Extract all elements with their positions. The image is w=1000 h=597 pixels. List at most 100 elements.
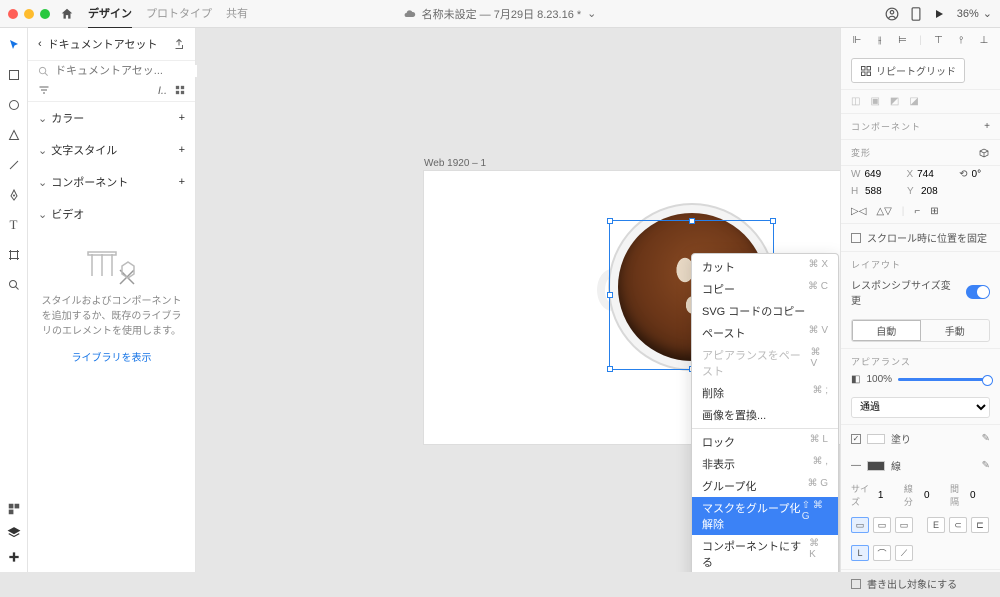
minimize-window-icon[interactable] <box>24 9 34 19</box>
ctx-copy[interactable]: コピー⌘ C <box>692 278 838 300</box>
align-bottom-icon[interactable]: ⊥ <box>978 34 990 46</box>
line-tool-icon[interactable] <box>7 158 21 172</box>
export-checkbox[interactable] <box>851 579 861 589</box>
boolean-subtract-icon[interactable]: ▣ <box>870 96 879 107</box>
repeat-grid-button[interactable]: リピートグリッド <box>851 58 965 83</box>
zoom-tool-icon[interactable] <box>7 278 21 292</box>
resize-mode-segment[interactable]: 自動 手動 <box>851 319 990 342</box>
width-input[interactable] <box>864 169 902 180</box>
ctx-ungroup-mask[interactable]: マスクをグループ化解除⇧ ⌘ G <box>692 497 838 535</box>
stroke-gap-input[interactable] <box>970 490 990 501</box>
flip-v-icon[interactable]: △▽ <box>876 206 891 217</box>
share-icon[interactable] <box>173 38 185 50</box>
section-text-styles[interactable]: ⌄文字スタイル+ <box>28 134 195 166</box>
opacity-slider[interactable] <box>898 378 990 381</box>
ctx-svg-copy[interactable]: SVG コードのコピー <box>692 300 838 322</box>
assets-icon[interactable] <box>7 502 21 516</box>
resize-handle[interactable] <box>607 292 613 298</box>
responsive-toggle[interactable] <box>966 285 990 299</box>
section-components[interactable]: ⌄コンポーネント+ <box>28 166 195 198</box>
polygon-tool-icon[interactable] <box>7 128 21 142</box>
align-top-icon[interactable]: ⊤ <box>932 34 944 46</box>
stroke-center-icon[interactable]: ▭ <box>873 517 891 533</box>
join-bevel-icon[interactable]: ⟋ <box>895 545 913 561</box>
ctx-make-component[interactable]: コンポーネントにする⌘ K <box>692 535 838 572</box>
ctx-hide[interactable]: 非表示⌘ , <box>692 453 838 475</box>
add-component-icon[interactable]: + <box>984 121 990 132</box>
align-right-icon[interactable]: ⊨ <box>896 34 908 46</box>
ctx-delete[interactable]: 削除⌘ ; <box>692 382 838 404</box>
stroke-outer-icon[interactable]: ▭ <box>895 517 913 533</box>
ctx-lock[interactable]: ロック⌘ L <box>692 431 838 453</box>
show-library-link[interactable]: ライブラリを表示 <box>72 351 152 366</box>
boolean-exclude-icon[interactable]: ◪ <box>909 96 918 107</box>
align-left-icon[interactable]: ⊩ <box>851 34 863 46</box>
join-round-icon[interactable]: ⌒ <box>873 545 891 561</box>
close-window-icon[interactable] <box>8 9 18 19</box>
stroke-swatch[interactable] <box>867 461 885 471</box>
select-tool-icon[interactable] <box>7 38 21 52</box>
section-colors[interactable]: ⌄カラー+ <box>28 102 195 134</box>
fill-swatch[interactable] <box>867 434 885 444</box>
align-center-h-icon[interactable]: ⫲ <box>874 34 886 46</box>
resize-handle[interactable] <box>607 218 613 224</box>
zoom-control[interactable]: 36%⌄ <box>957 7 992 20</box>
rotation-input[interactable] <box>972 169 998 180</box>
stroke-toggle-icon[interactable]: — <box>851 460 861 471</box>
resize-handle[interactable] <box>770 218 776 224</box>
device-preview-icon[interactable] <box>911 7 921 21</box>
x-input[interactable] <box>917 169 955 180</box>
text-tool-icon[interactable]: T <box>7 218 21 232</box>
corner-radius-icon[interactable]: ⌐ <box>914 206 920 217</box>
layers-icon[interactable] <box>7 526 21 540</box>
pen-tool-icon[interactable] <box>7 188 21 202</box>
add-icon[interactable]: + <box>179 112 185 124</box>
transform-3d-icon[interactable] <box>978 147 990 159</box>
cap-round-icon[interactable]: ⊂ <box>949 517 967 533</box>
stroke-size-input[interactable] <box>878 490 898 501</box>
cap-butt-icon[interactable]: E <box>927 517 945 533</box>
height-input[interactable] <box>865 186 903 197</box>
stroke-dash-input[interactable] <box>924 490 944 501</box>
resize-handle[interactable] <box>689 218 695 224</box>
artboard-label[interactable]: Web 1920 – 1 <box>424 158 486 169</box>
cap-square-icon[interactable]: ⊏ <box>971 517 989 533</box>
resize-handle[interactable] <box>607 366 613 372</box>
eyedropper-icon[interactable]: ✎ <box>982 433 990 444</box>
play-icon[interactable] <box>933 8 945 20</box>
tab-design[interactable]: デザイン <box>88 0 132 29</box>
stroke-inner-icon[interactable]: ▭ <box>851 517 869 533</box>
join-miter-icon[interactable]: L <box>851 545 869 561</box>
y-input[interactable] <box>921 186 959 197</box>
maximize-window-icon[interactable] <box>40 9 50 19</box>
independent-corners-icon[interactable]: ⊞ <box>930 206 938 217</box>
back-icon[interactable]: ‹ <box>38 38 42 50</box>
add-icon[interactable]: + <box>179 176 185 188</box>
grid-view-icon[interactable] <box>175 85 185 97</box>
filter-icon[interactable] <box>38 85 50 97</box>
ellipse-tool-icon[interactable] <box>7 98 21 112</box>
blend-mode-select[interactable]: 通過 <box>851 397 990 418</box>
ctx-group[interactable]: グループ化⌘ G <box>692 475 838 497</box>
boolean-intersect-icon[interactable]: ◩ <box>890 96 899 107</box>
ctx-paste[interactable]: ペースト⌘ V <box>692 322 838 344</box>
plugins-icon[interactable] <box>7 550 21 564</box>
canvas[interactable]: Web 1920 – 1 カット⌘ X コピー⌘ C SVG コードのコピー ペ… <box>196 28 840 572</box>
ctx-replace-image[interactable]: 画像を置換... <box>692 404 838 426</box>
flip-h-icon[interactable]: ▷◁ <box>851 206 866 217</box>
home-icon[interactable] <box>60 7 74 21</box>
align-center-v-icon[interactable]: ⫯ <box>955 34 967 46</box>
avatar-icon[interactable] <box>885 7 899 21</box>
tab-share[interactable]: 共有 <box>226 0 248 29</box>
add-icon[interactable]: + <box>179 144 185 156</box>
ctx-cut[interactable]: カット⌘ X <box>692 256 838 278</box>
document-title[interactable]: 名称未設定 — 7月29日 8.23.16 * ⌄ <box>404 6 597 22</box>
boolean-add-icon[interactable]: ◫ <box>851 96 860 107</box>
rectangle-tool-icon[interactable] <box>7 68 21 82</box>
tab-prototype[interactable]: プロトタイプ <box>146 0 212 29</box>
eyedropper-icon[interactable]: ✎ <box>982 460 990 471</box>
section-video[interactable]: ⌄ビデオ <box>28 198 195 230</box>
scroll-fix-checkbox[interactable] <box>851 233 861 243</box>
list-view-icon[interactable]: I.. <box>158 85 167 97</box>
artboard-tool-icon[interactable] <box>7 248 21 262</box>
